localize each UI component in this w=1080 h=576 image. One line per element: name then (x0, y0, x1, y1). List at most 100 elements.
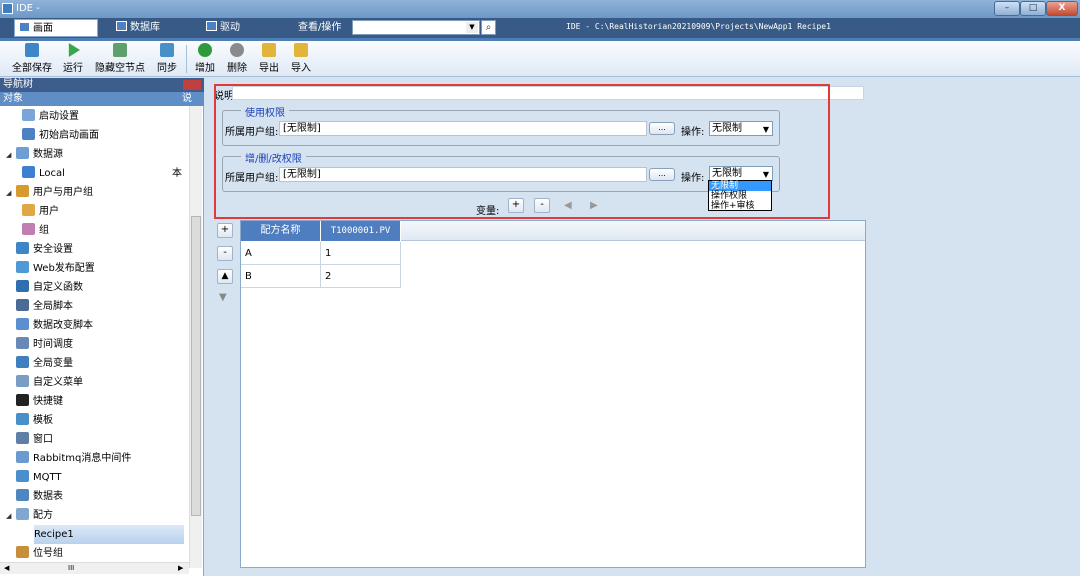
play-icon (68, 43, 80, 57)
view-combo[interactable]: ▼ (352, 20, 480, 35)
tree-node-icon (16, 356, 29, 368)
hide-empty-nodes-button[interactable]: 隐藏空节点 (92, 43, 148, 74)
navigation-panel: 导航树 对象说 启动设置 初始启动画面 ◢ 数据源 Local 本 ◢ 用户与用户组 用户组安全… (0, 78, 204, 576)
sync-icon (160, 43, 174, 57)
tree-node[interactable]: 模板 (6, 411, 176, 430)
tree-node[interactable]: 全局变量 (6, 354, 176, 373)
tree-node[interactable]: 用户 (22, 202, 176, 221)
tree-node-label: 全局变量 (33, 358, 73, 369)
tree-node[interactable]: 初始启动画面 (22, 126, 176, 145)
minimize-button[interactable]: – (994, 1, 1020, 16)
tree-node-icon (22, 128, 35, 140)
tree-node-label: 位号组 (33, 548, 63, 559)
tree-node[interactable]: 启动设置 (22, 107, 176, 126)
tree-node[interactable]: 数据表 (6, 487, 176, 506)
save-all-button[interactable]: 全部保存 (12, 43, 52, 74)
tree-node[interactable]: 窗口 (6, 430, 176, 449)
scrollbar-thumb[interactable] (191, 216, 201, 516)
row-add-button[interactable]: + (217, 223, 233, 238)
recipe-table: 配方名称 T1000001.PV A 1 B 2 (240, 220, 866, 568)
tree-node[interactable]: Recipe1 (34, 525, 184, 544)
tree-node-label: 数据源 (33, 149, 63, 160)
tree-node-icon (16, 337, 29, 349)
tree-node[interactable]: 快捷键 (6, 392, 176, 411)
tree-node[interactable]: 安全设置 (6, 240, 176, 259)
tree-node[interactable]: 位号组 (6, 544, 176, 563)
tree-node-icon (16, 280, 29, 292)
tree-node[interactable]: 时间调度 (6, 335, 176, 354)
filter-icon (113, 43, 127, 57)
tree-node[interactable]: 自定义菜单 (6, 373, 176, 392)
save-icon (25, 43, 39, 57)
project-path: IDE - C:\RealHistorian20210909\Projects\… (566, 22, 831, 31)
tree-node-icon (16, 508, 29, 520)
tree-node-label: 用户与用户组 (33, 187, 93, 198)
row-remove-button[interactable]: - (217, 246, 233, 261)
import-icon (294, 43, 308, 57)
tab-driver[interactable]: 驱动 (202, 19, 282, 37)
table-cell[interactable]: 1 (321, 242, 401, 265)
run-button[interactable]: 运行 (60, 43, 86, 74)
tree-node[interactable]: Rabbitmq消息中间件 (6, 449, 176, 468)
menu-bar: 画面 数据库 驱动 查看/操作 IDE - C:\RealHistorian20… (0, 18, 1080, 38)
table-cell[interactable]: A (241, 242, 321, 265)
tree-node-icon (16, 299, 29, 311)
tree-node-label: 全局脚本 (33, 301, 73, 312)
tree-node[interactable]: 全局脚本 (6, 297, 176, 316)
table-cell[interactable]: 2 (321, 265, 401, 288)
pin-icon[interactable] (183, 80, 201, 90)
search-button[interactable]: ⌕ (481, 20, 496, 35)
tree-node[interactable]: ◢ 用户与用户组 (6, 183, 176, 202)
expand-icon[interactable]: ◢ (6, 184, 16, 203)
table-cell[interactable]: B (241, 265, 321, 288)
tree-node[interactable]: Web发布配置 (6, 259, 176, 278)
nav-column-header: 对象说 (0, 92, 204, 106)
close-button[interactable]: X (1046, 1, 1078, 16)
move-up-button[interactable]: ▲ (217, 269, 233, 284)
import-button[interactable]: 导入 (288, 43, 314, 74)
add-button[interactable]: 增加 (192, 43, 218, 74)
tree-node-icon (16, 375, 29, 387)
screen-icon (19, 22, 30, 32)
tree-node-label: MQTT (33, 472, 62, 483)
expand-icon[interactable]: ◢ (6, 507, 16, 526)
nav-vertical-scrollbar[interactable] (189, 106, 202, 568)
tree-node[interactable]: ◢ 数据源 (6, 145, 176, 164)
column-header[interactable]: T1000001.PV (321, 221, 401, 241)
tree-node-icon (16, 318, 29, 330)
tab-view-operate[interactable]: 查看/操作 (294, 19, 350, 37)
tab-database[interactable]: 数据库 (112, 19, 192, 37)
tree-node-desc: 本 (172, 168, 182, 179)
tree-node-icon (16, 432, 29, 444)
tab-screen[interactable]: 画面 (14, 19, 98, 37)
tree-node[interactable]: 自定义函数 (6, 278, 176, 297)
minus-icon (230, 43, 244, 57)
toolbar-separator (186, 45, 187, 73)
tree-node[interactable]: MQTT (6, 468, 176, 487)
move-down-button[interactable]: ▼ (219, 292, 227, 303)
tree-node[interactable]: 数据改变脚本 (6, 316, 176, 335)
tree-node-label: Web发布配置 (33, 263, 95, 274)
maximize-button[interactable]: □ (1020, 1, 1046, 16)
sync-button[interactable]: 同步 (154, 43, 180, 74)
delete-button[interactable]: 删除 (224, 43, 250, 74)
tree-node-icon (22, 109, 35, 121)
tree-node-label: 时间调度 (33, 339, 73, 350)
tree-node-label: Recipe1 (34, 529, 74, 540)
title-bar: IDE - – □ X (0, 0, 1080, 18)
nav-horizontal-scrollbar[interactable]: ◀ III ▶ (0, 562, 189, 574)
column-header[interactable]: 配方名称 (241, 221, 321, 241)
highlight-box (214, 84, 830, 219)
tree-node[interactable]: ◢ 配方 (6, 506, 176, 525)
tree-node[interactable]: 组 (22, 221, 176, 240)
expand-icon[interactable]: ◢ (6, 146, 16, 165)
plus-icon (198, 43, 212, 57)
tree-node-label: 窗口 (33, 434, 53, 445)
tree-node-icon (16, 413, 29, 425)
scroll-left-icon[interactable]: ◀ (4, 564, 9, 572)
scroll-right-icon[interactable]: ▶ (178, 564, 183, 572)
tree-node-label: 启动设置 (39, 111, 79, 122)
tree-node[interactable]: Local 本 (22, 164, 182, 183)
export-button[interactable]: 导出 (256, 43, 282, 74)
tree-node-label: 用户 (39, 206, 59, 217)
